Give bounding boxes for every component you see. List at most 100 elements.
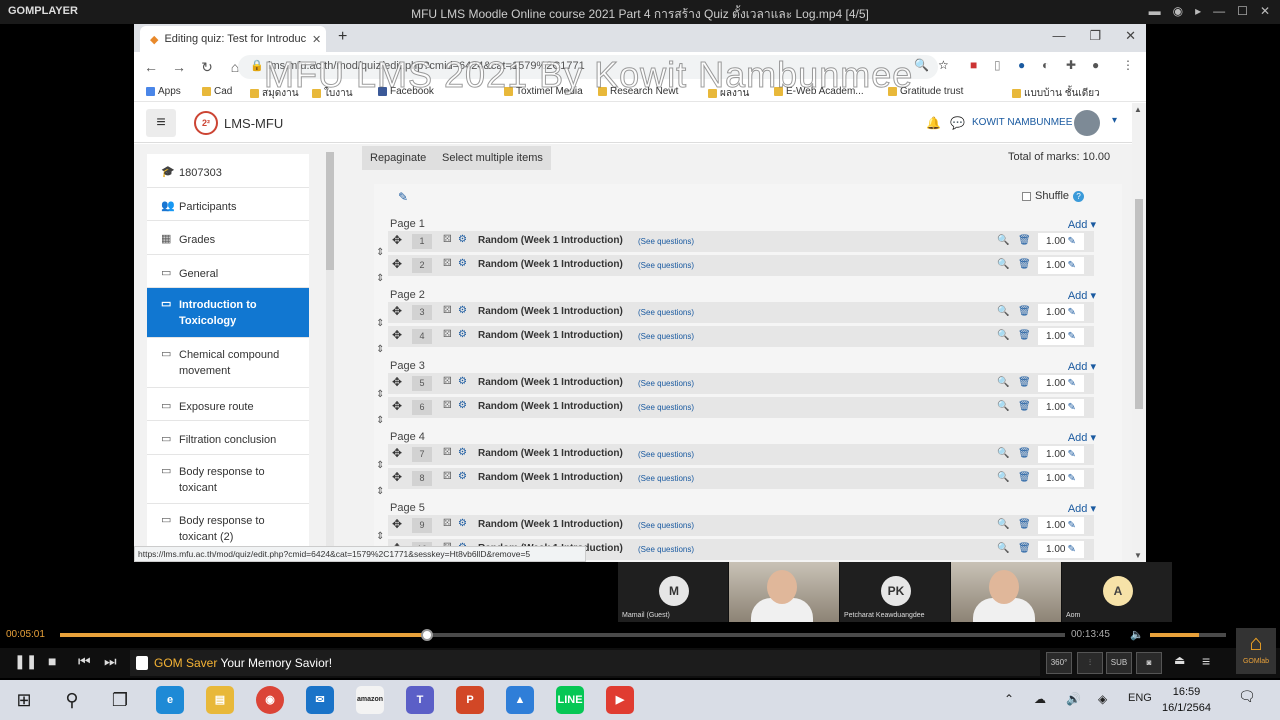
add-question-menu[interactable]: Add ▾: [1068, 502, 1096, 515]
messages-icon[interactable]: 💬: [950, 116, 965, 130]
nav-drawer-toggle-icon[interactable]: ≡: [146, 109, 176, 137]
scroll-up-icon[interactable]: ▲: [1134, 105, 1142, 114]
bookmark-apps[interactable]: Apps: [146, 86, 181, 97]
participant-tile[interactable]: A Aom: [1062, 562, 1172, 622]
browser-close-icon[interactable]: ✕: [1125, 28, 1136, 44]
configure-gear-icon[interactable]: ⚙: [458, 447, 467, 458]
see-questions-link[interactable]: (See questions): [638, 379, 694, 388]
edit-mark-pencil-icon[interactable]: ✎: [1067, 449, 1075, 460]
speaker-icon[interactable]: 🔊: [1066, 692, 1081, 706]
page-scrollbar[interactable]: ▲ ▼: [1132, 103, 1146, 562]
seek-knob[interactable]: [420, 629, 433, 641]
page-break-icon[interactable]: ⇕: [376, 415, 384, 426]
move-icon[interactable]: ✥: [392, 446, 402, 460]
back-icon[interactable]: ←: [140, 59, 162, 75]
bookmark-item[interactable]: แบบบ้าน ชั้นเดียว: [1012, 86, 1100, 101]
mail-icon[interactable]: ✉: [306, 686, 334, 714]
see-questions-link[interactable]: (See questions): [638, 308, 694, 317]
task-view-icon[interactable]: ❐: [108, 688, 132, 712]
edit-mark-pencil-icon[interactable]: ✎: [1067, 260, 1075, 271]
page-break-icon[interactable]: ⇕: [376, 531, 384, 542]
shuffle-checkbox[interactable]: [1022, 191, 1031, 201]
add-question-menu[interactable]: Add ▾: [1068, 360, 1096, 373]
browser-restore-icon[interactable]: ❐: [1089, 28, 1101, 44]
page-scroll-thumb[interactable]: [1135, 199, 1143, 409]
move-icon[interactable]: ✥: [392, 517, 402, 531]
configure-gear-icon[interactable]: ⚙: [458, 518, 467, 529]
max-mark[interactable]: 1.00 ✎: [1038, 446, 1084, 463]
subtitle-button[interactable]: SUB: [1106, 652, 1132, 674]
add-question-menu[interactable]: Add ▾: [1068, 431, 1096, 444]
move-icon[interactable]: ✥: [392, 470, 402, 484]
extension-circle-icon[interactable]: ◐: [1042, 58, 1049, 72]
question-name[interactable]: Random (Week 1 Introduction): [478, 235, 623, 246]
bookmark-item[interactable]: Cad: [202, 86, 232, 97]
tab-close-icon[interactable]: ✕: [312, 33, 326, 46]
see-questions-link[interactable]: (See questions): [638, 261, 694, 270]
edit-mark-pencil-icon[interactable]: ✎: [1067, 236, 1075, 247]
max-mark[interactable]: 1.00 ✎: [1038, 375, 1084, 392]
page-break-icon[interactable]: ⇕: [376, 486, 384, 497]
preview-icon[interactable]: 🔍: [997, 519, 1009, 530]
pin-icon[interactable]: ▸: [1195, 4, 1201, 18]
page-break-icon[interactable]: ⇕: [376, 273, 384, 284]
preview-icon[interactable]: 🔍: [997, 306, 1009, 317]
line-icon[interactable]: LINE: [556, 686, 584, 714]
user-name[interactable]: KOWIT NAMBUNMEE: [972, 117, 1072, 128]
question-name[interactable]: Random (Week 1 Introduction): [478, 401, 623, 412]
preview-icon[interactable]: 🔍: [997, 543, 1009, 554]
max-mark[interactable]: 1.00 ✎: [1038, 541, 1084, 558]
delete-icon[interactable]: 🗑: [1018, 306, 1031, 317]
see-questions-link[interactable]: (See questions): [638, 545, 694, 554]
onedrive-icon[interactable]: ☁: [1034, 692, 1046, 706]
new-tab-icon[interactable]: +: [338, 28, 347, 46]
delete-icon[interactable]: 🗑: [1018, 235, 1031, 246]
drawer-scroll-thumb[interactable]: [326, 152, 334, 270]
preview-icon[interactable]: 🔍: [997, 401, 1009, 412]
system-clock[interactable]: 16:59 16/1/2564: [1162, 684, 1211, 716]
question-name[interactable]: Random (Week 1 Introduction): [478, 377, 623, 388]
scroll-down-icon[interactable]: ▼: [1134, 551, 1142, 560]
powerpoint-icon[interactable]: P: [456, 686, 484, 714]
edit-mark-pencil-icon[interactable]: ✎: [1067, 473, 1075, 484]
radio-icon[interactable]: ◉: [1173, 4, 1183, 18]
delete-icon[interactable]: 🗑: [1018, 259, 1031, 270]
move-icon[interactable]: ✥: [392, 304, 402, 318]
participant-tile[interactable]: PK Petcharat Keawduangdee: [840, 562, 950, 622]
max-mark[interactable]: 1.00 ✎: [1038, 304, 1084, 321]
volume-icon[interactable]: 🔈: [1130, 628, 1144, 641]
gom-player-icon[interactable]: ▶: [606, 686, 634, 714]
user-menu-caret-icon[interactable]: ▾: [1112, 115, 1117, 126]
configure-gear-icon[interactable]: ⚙: [458, 329, 467, 340]
extension-icon[interactable]: ■: [970, 58, 977, 72]
page-break-icon[interactable]: ⇕: [376, 389, 384, 400]
edit-mark-pencil-icon[interactable]: ✎: [1067, 544, 1075, 555]
page-break-icon[interactable]: ⇕: [376, 247, 384, 258]
360-button[interactable]: 360°: [1046, 652, 1072, 674]
configure-gear-icon[interactable]: ⚙: [458, 471, 467, 482]
see-questions-link[interactable]: (See questions): [638, 332, 694, 341]
move-icon[interactable]: ✥: [392, 375, 402, 389]
max-mark[interactable]: 1.00 ✎: [1038, 328, 1084, 345]
extension-doc-icon[interactable]: ▯: [994, 58, 1001, 72]
max-mark[interactable]: 1.00 ✎: [1038, 517, 1084, 534]
preview-icon[interactable]: 🔍: [997, 472, 1009, 483]
see-questions-link[interactable]: (See questions): [638, 521, 694, 530]
max-mark[interactable]: 1.00 ✎: [1038, 470, 1084, 487]
page-break-icon[interactable]: ⇕: [376, 344, 384, 355]
repaginate-button[interactable]: Repaginate: [362, 146, 435, 170]
configure-gear-icon[interactable]: ⚙: [458, 376, 467, 387]
search-icon[interactable]: ⚲: [60, 688, 84, 712]
browser-tab[interactable]: ◆ Editing quiz: Test for Introduction ✕: [140, 26, 326, 52]
pause-icon[interactable]: ❚❚: [14, 653, 37, 670]
next-icon[interactable]: ⏭: [104, 653, 117, 670]
question-name[interactable]: Random (Week 1 Introduction): [478, 472, 623, 483]
reload-icon[interactable]: ↻: [196, 59, 218, 76]
configure-gear-icon[interactable]: ⚙: [458, 400, 467, 411]
extension-blue-icon[interactable]: ●: [1018, 58, 1025, 72]
question-name[interactable]: Random (Week 1 Introduction): [478, 259, 623, 270]
eject-icon[interactable]: ⏏: [1174, 653, 1185, 667]
teams-icon[interactable]: T: [406, 686, 434, 714]
chrome-icon[interactable]: ◉: [256, 686, 284, 714]
mini-mode-icon[interactable]: ▬: [1149, 4, 1161, 18]
